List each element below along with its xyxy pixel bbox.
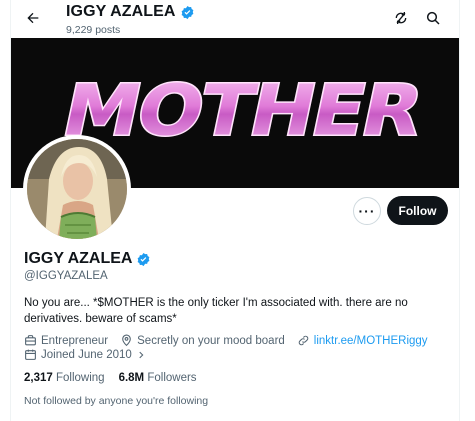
- column-divider-right: [459, 0, 460, 421]
- following-label: Following: [55, 372, 105, 384]
- follow-stats: 2,317 Following 6.8M Followers: [24, 372, 197, 384]
- followers-count: 6.8M: [118, 372, 145, 384]
- profile-meta-joined: Joined June 2010: [24, 348, 158, 361]
- header-title: IGGY AZALEA: [66, 3, 195, 21]
- header-name-text: IGGY AZALEA: [66, 3, 176, 20]
- verified-badge-icon[interactable]: [136, 252, 151, 267]
- post-count: 9,229 posts: [66, 24, 121, 36]
- rotate-icon: [395, 12, 407, 24]
- profile-name-row: IGGY AZALEA: [24, 250, 151, 268]
- profession-text: Entrepreneur: [41, 334, 109, 347]
- website-link[interactable]: linktr.ee/MOTHERiggy: [314, 335, 428, 347]
- search-button[interactable]: [422, 7, 444, 29]
- calendar-icon: [25, 349, 36, 360]
- verified-badge-icon: [181, 5, 193, 19]
- location-text: Secretly on your mood board: [137, 334, 285, 347]
- back-button[interactable]: [21, 6, 45, 30]
- rotate-button[interactable]: [390, 7, 412, 29]
- back-arrow-icon: [27, 12, 39, 24]
- website[interactable]: linktr.ee/MOTHERiggy: [297, 334, 428, 347]
- profile-meta: Entrepreneur Secretly on your mood board…: [24, 334, 440, 347]
- profile-page: IGGY AZALEA 9,229 posts MOTHER ··· Follo…: [0, 0, 475, 421]
- mutual-followers-note: Not followed by anyone you're following: [24, 395, 209, 407]
- location-pin-icon: [122, 334, 131, 347]
- follow-button[interactable]: Follow: [387, 196, 448, 225]
- search-icon: [426, 11, 440, 25]
- banner-text: MOTHER: [56, 69, 430, 151]
- display-name: IGGY AZALEA: [24, 250, 133, 267]
- joined-text: Joined June 2010: [41, 348, 132, 361]
- chevron-right-icon: [139, 351, 144, 358]
- avatar[interactable]: [23, 135, 131, 243]
- profession: Entrepreneur: [24, 334, 108, 347]
- profile-header-bar: IGGY AZALEA 9,229 posts: [11, 0, 459, 38]
- link-icon: [298, 335, 309, 346]
- briefcase-icon: [25, 335, 36, 346]
- followers-link[interactable]: 6.8M Followers: [119, 372, 197, 384]
- avatar-image: [27, 139, 127, 239]
- following-link[interactable]: 2,317 Following: [24, 372, 105, 384]
- joined-date[interactable]: Joined June 2010: [24, 348, 146, 361]
- following-count: 2,317: [24, 372, 53, 384]
- handle: @IGGYAZALEA: [24, 270, 108, 282]
- more-options-button[interactable]: ···: [353, 197, 381, 225]
- followers-label: Followers: [147, 372, 197, 384]
- location: Secretly on your mood board: [120, 334, 285, 347]
- bio: No you are... *$MOTHER is the only ticke…: [24, 297, 408, 325]
